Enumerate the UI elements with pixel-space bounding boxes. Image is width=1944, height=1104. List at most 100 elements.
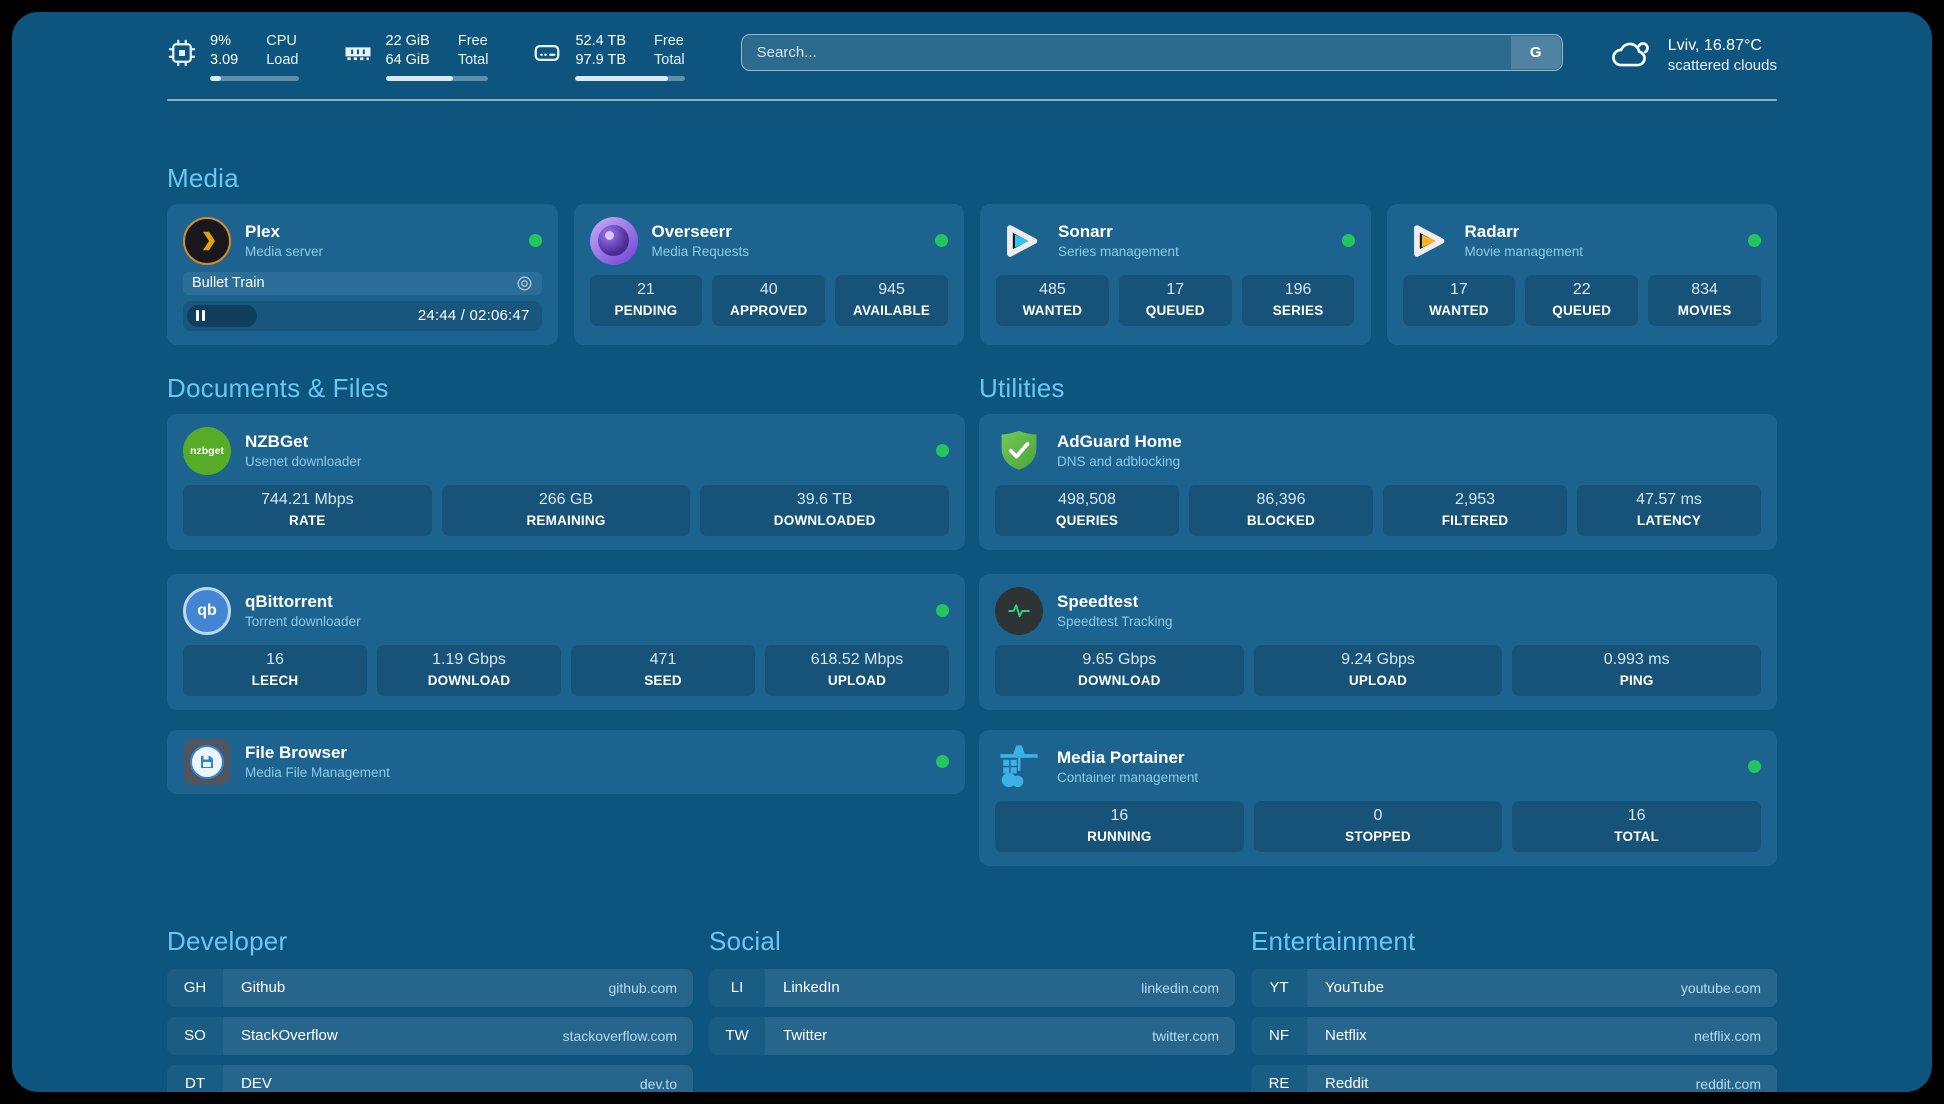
filebrowser-icon [183, 738, 231, 786]
status-dot [935, 234, 948, 247]
stat-tile: 9.65 Gbps DOWNLOAD [995, 645, 1244, 696]
search-input[interactable] [741, 34, 1563, 71]
scattered-clouds-icon [1609, 34, 1653, 77]
service-card-adguard[interactable]: AdGuard Home DNS and adblocking 498,508 … [979, 414, 1777, 550]
section-title-entertainment: Entertainment [1251, 926, 1777, 957]
memory-widget: 22 GiB 64 GiB Free Total [343, 32, 489, 81]
memory-values: 22 GiB 64 GiB [386, 32, 430, 70]
now-playing-row: Bullet Train [183, 272, 542, 295]
service-subtitle: Media Requests [652, 243, 922, 261]
search-provider-button[interactable]: G [1511, 36, 1561, 69]
section-title-developer: Developer [167, 926, 693, 957]
weather-location: Lviv, 16.87°C [1668, 35, 1777, 56]
stat-tile: 39.6 TB DOWNLOADED [700, 485, 949, 536]
cpu-values: 9% 3.09 [210, 32, 238, 70]
playback-time: 24:44 / 02:06:47 [418, 307, 530, 324]
service-subtitle: Container management [1057, 769, 1734, 787]
section-title-social: Social [709, 926, 1235, 957]
weather-condition: scattered clouds [1668, 56, 1777, 76]
bookmark-group-social: Social LI LinkedIn linkedin.com TW Twitt… [709, 926, 1235, 1093]
pause-icon [196, 310, 205, 321]
service-card-speedtest[interactable]: Speedtest Speedtest Tracking 9.65 Gbps D… [979, 574, 1777, 710]
cpu-progress-bar [210, 76, 299, 81]
disk-icon [532, 38, 562, 68]
service-card-sonarr[interactable]: Sonarr Series management 485 WANTED 17 Q… [980, 204, 1371, 345]
status-dot [936, 444, 949, 457]
service-name: NZBGet [245, 431, 922, 453]
bookmark-stackoverflow[interactable]: SO StackOverflow stackoverflow.com [167, 1017, 693, 1055]
stat-tile: 471 SEED [571, 645, 755, 696]
stat-tile: 0.993 ms PING [1512, 645, 1761, 696]
cpu-widget: 9% 3.09 CPU Load [167, 32, 299, 81]
bookmark-github[interactable]: GH Github github.com [167, 969, 693, 1007]
stat-tile: 2,953 FILTERED [1383, 485, 1567, 536]
now-playing-status-icon [516, 275, 533, 292]
service-card-filebrowser[interactable]: File Browser Media File Management [167, 730, 965, 794]
now-playing-title: Bullet Train [192, 275, 265, 291]
stat-tile: 834 MOVIES [1648, 275, 1761, 326]
service-card-radarr[interactable]: Radarr Movie management 17 WANTED 22 QUE… [1387, 204, 1778, 345]
section-title-documents: Documents & Files [167, 373, 965, 404]
speedtest-icon [995, 587, 1043, 635]
service-name: Speedtest [1057, 591, 1761, 613]
stat-tile: 16 RUNNING [995, 801, 1244, 852]
overseerr-icon [590, 217, 638, 265]
status-dot [936, 604, 949, 617]
dashboard: 9% 3.09 CPU Load [12, 12, 1932, 1092]
radarr-icon [1403, 217, 1451, 265]
memory-labels: Free Total [458, 32, 489, 70]
bookmark-twitter[interactable]: TW Twitter twitter.com [709, 1017, 1235, 1055]
bookmark-group-developer: Developer GH Github github.com SO StackO… [167, 926, 693, 1093]
stat-tile: 485 WANTED [996, 275, 1109, 326]
service-subtitle: Speedtest Tracking [1057, 613, 1761, 631]
disk-widget: 52.4 TB 97.9 TB Free Total [532, 32, 684, 81]
service-name: File Browser [245, 742, 922, 764]
service-card-qbittorrent[interactable]: qb qBittorrent Torrent downloader 16 LEE… [167, 574, 965, 710]
bookmark-netflix[interactable]: NF Netflix netflix.com [1251, 1017, 1777, 1055]
stat-tile: 17 QUEUED [1119, 275, 1232, 326]
bookmark-dev[interactable]: DT DEV dev.to [167, 1065, 693, 1093]
bookmark-reddit[interactable]: RE Reddit reddit.com [1251, 1065, 1777, 1093]
section-title-media: Media [167, 163, 1777, 194]
plex-icon [183, 217, 231, 265]
stat-tile: 16 TOTAL [1512, 801, 1761, 852]
media-grid: Plex Media server Bullet Train 24:44 / 0 [167, 204, 1777, 345]
search-bar: G [741, 34, 1563, 71]
bookmark-group-entertainment: Entertainment YT YouTube youtube.com NF … [1251, 926, 1777, 1093]
service-card-overseerr[interactable]: Overseerr Media Requests 21 PENDING 40 A… [574, 204, 965, 345]
bookmark-youtube[interactable]: YT YouTube youtube.com [1251, 969, 1777, 1007]
stat-tile: 40 APPROVED [712, 275, 825, 326]
stat-tile: 17 WANTED [1403, 275, 1516, 326]
service-card-nzbget[interactable]: nzbget NZBGet Usenet downloader 744.21 M… [167, 414, 965, 550]
stat-tile: 744.21 Mbps RATE [183, 485, 432, 536]
cpu-labels: CPU Load [266, 32, 298, 70]
stat-tile: 266 GB REMAINING [442, 485, 691, 536]
service-name: Overseerr [652, 221, 922, 243]
service-subtitle: Movie management [1465, 243, 1735, 261]
disk-labels: Free Total [654, 32, 685, 70]
stat-tile: 0 STOPPED [1254, 801, 1503, 852]
service-name: qBittorrent [245, 591, 922, 613]
service-card-plex[interactable]: Plex Media server Bullet Train 24:44 / 0 [167, 204, 558, 345]
sonarr-icon [996, 217, 1044, 265]
service-subtitle: DNS and adblocking [1057, 453, 1761, 471]
status-dot [1748, 760, 1761, 773]
status-dot [529, 234, 542, 247]
stat-tile: 9.24 Gbps UPLOAD [1254, 645, 1503, 696]
bookmark-linkedin[interactable]: LI LinkedIn linkedin.com [709, 969, 1235, 1007]
memory-progress-bar [386, 76, 489, 81]
disk-progress-bar [575, 76, 684, 81]
adguard-icon [995, 427, 1043, 475]
stat-tile: 86,396 BLOCKED [1189, 485, 1373, 536]
service-subtitle: Torrent downloader [245, 613, 922, 631]
service-name: Plex [245, 221, 515, 243]
stat-tile: 22 QUEUED [1525, 275, 1638, 326]
top-bar: 9% 3.09 CPU Load [167, 12, 1777, 81]
service-name: Sonarr [1058, 221, 1328, 243]
nzbget-icon: nzbget [183, 427, 231, 475]
service-card-portainer[interactable]: Media Portainer Container management 16 … [979, 730, 1777, 866]
stat-tile: 47.57 ms LATENCY [1577, 485, 1761, 536]
portainer-icon [995, 743, 1043, 791]
disk-values: 52.4 TB 97.9 TB [575, 32, 626, 70]
service-subtitle: Media server [245, 243, 515, 261]
